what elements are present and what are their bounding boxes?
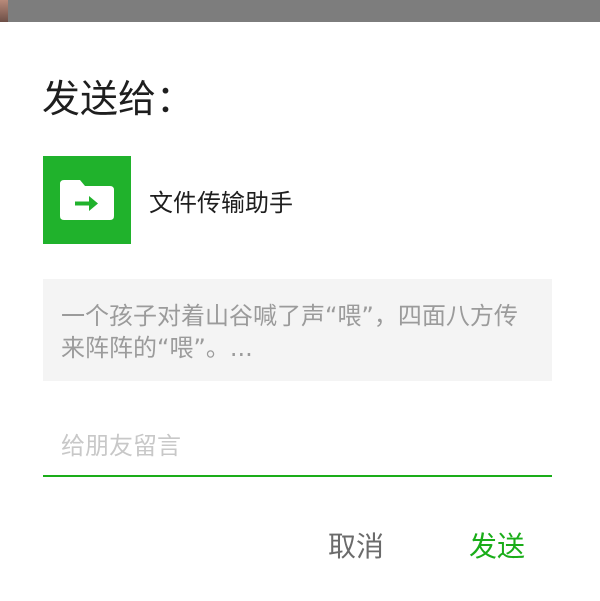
recipient-name: 文件传输助手 bbox=[149, 188, 293, 217]
message-input[interactable] bbox=[43, 417, 552, 477]
file-transfer-icon bbox=[60, 180, 114, 220]
cancel-button[interactable]: 取消 bbox=[328, 527, 384, 567]
recipient-row: 文件传输助手 bbox=[43, 156, 293, 244]
send-button[interactable]: 发送 bbox=[469, 527, 525, 567]
recipient-avatar bbox=[43, 156, 131, 244]
background-thumbnail bbox=[0, 0, 8, 22]
send-to-dialog: 发送给： 文件传输助手 一个孩子对着山谷喊了声“喂”，四面八方传来阵阵的“喂”。… bbox=[0, 22, 600, 601]
shared-message-preview: 一个孩子对着山谷喊了声“喂”，四面八方传来阵阵的“喂”。... bbox=[43, 279, 552, 381]
background-app-strip bbox=[0, 0, 600, 22]
dialog-title: 发送给： bbox=[42, 77, 195, 121]
